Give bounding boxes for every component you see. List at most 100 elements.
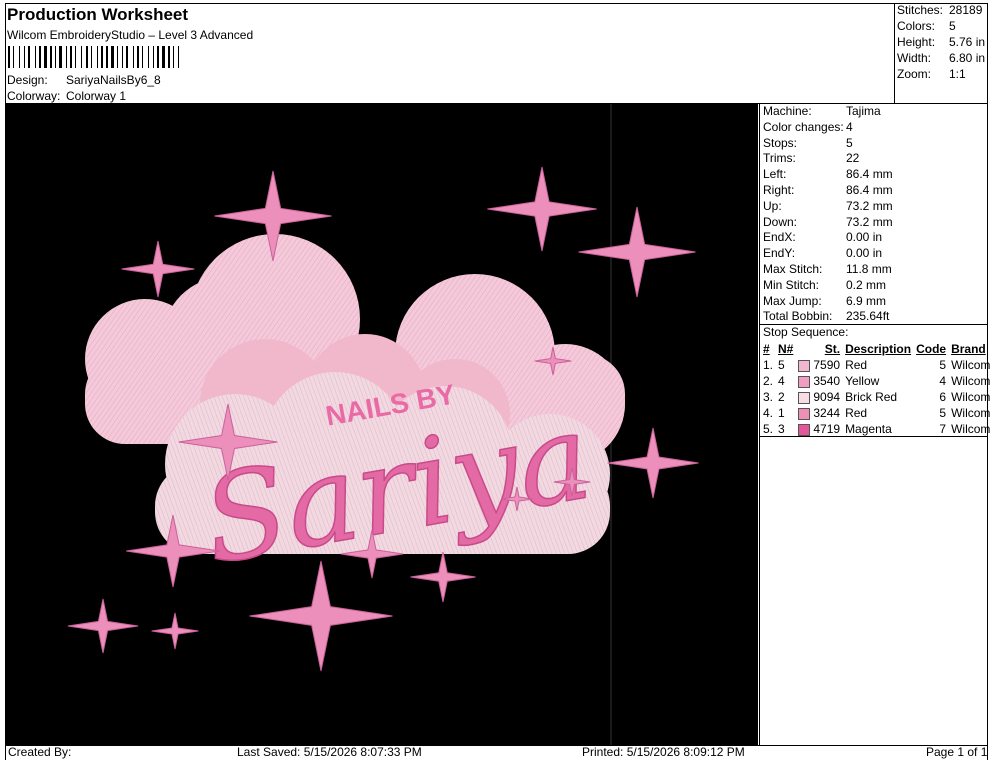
barcode-bar [13, 46, 14, 68]
barcode-bar [109, 46, 110, 68]
page-number: Page 1 of 1 [926, 745, 988, 759]
machine-info-value: 6.9 mm [846, 293, 887, 308]
seq-num: 2. [761, 373, 776, 389]
colorway-name: Colorway 1 [66, 89, 127, 103]
seq-description: Yellow [843, 373, 914, 389]
barcode-bar [59, 46, 62, 68]
seq-num: 4. [761, 405, 776, 421]
stat-height: Height: 5.76 in [897, 35, 986, 49]
printed-date: Printed: 5/15/2026 8:09:12 PM [582, 745, 745, 759]
barcode-bar [48, 46, 49, 68]
machine-info-value: Tajima [846, 104, 881, 118]
machine-info-row: Color changes: 4 [763, 120, 893, 136]
barcode-bar [77, 46, 80, 68]
barcode-bar [15, 46, 18, 68]
machine-info-label: Total Bobbin: [763, 309, 833, 324]
panel-divider [759, 103, 760, 745]
barcode-bar [124, 46, 125, 68]
machine-info-label: Down: [763, 214, 798, 229]
stop-sequence-row: 5. 3 4719 Magenta 7 Wilcom [761, 421, 990, 437]
seq-description-text: Red [845, 406, 868, 420]
barcode-bar [168, 46, 170, 68]
stop-sequence-row: 3. 2 9094 Brick Red 6 Wilcom [761, 389, 990, 405]
seq-brand: Wilcom [949, 421, 990, 437]
barcode-bar [24, 46, 25, 68]
seq-brand-text: Wilcom [951, 406, 990, 420]
machine-info-row: Down: 73.2 mm [763, 215, 893, 231]
stop-sequence-row: 2. 4 3540 Yellow 4 Wilcom [761, 373, 990, 389]
seq-stitches: 4719 [796, 421, 843, 437]
seq-stitches: 7590 [796, 357, 843, 373]
machine-info-label: Right: [763, 182, 795, 197]
top-border [5, 3, 988, 4]
seq-description-text: Red [845, 358, 868, 372]
barcode-bar [83, 46, 85, 68]
barcode-bar [111, 46, 114, 68]
page-title: Production Worksheet [7, 5, 189, 24]
seq-num: 5. [761, 421, 776, 437]
seq-code: 6 [914, 389, 949, 405]
seq-needle: 4 [776, 373, 796, 389]
machine-info-value: 86.4 mm [846, 182, 893, 197]
barcode-bar [142, 46, 143, 68]
last-saved: Last Saved: 5/15/2026 8:07:33 PM [237, 745, 422, 759]
seq-num-text: 5. [763, 422, 774, 436]
summary-stats: Stitches: 28189 Colors: 5 Height: 5.76 in W… [897, 3, 985, 83]
barcode-bar [42, 46, 43, 68]
barcode-bar [57, 46, 58, 68]
machine-info-row: Trims: 22 [763, 151, 893, 167]
color-swatch [798, 359, 811, 372]
barcode-bar [173, 46, 174, 68]
barcode-bar [162, 46, 165, 68]
created-by: Created By: [8, 745, 72, 759]
star-shape [578, 206, 696, 298]
stop-sequence-table: # N# St. Description Code Brand 1. 5 7590 R… [761, 341, 990, 437]
stat-stitches: Stitches: 28189 [897, 3, 983, 17]
col-stitches: St. [824, 342, 841, 356]
seq-code-text: 5 [939, 406, 947, 420]
machine-info-value: 73.2 mm [846, 198, 893, 213]
design-preview: NAILS BY Sariya [5, 104, 758, 745]
barcode-bar [115, 46, 116, 68]
seq-brand-text: Wilcom [951, 358, 990, 372]
machine-info: Machine: Tajima Color changes: 4 Stops: 5 Trim… [763, 104, 893, 325]
seq-code: 5 [914, 405, 949, 421]
machine-info-value: 0.2 mm [846, 277, 887, 292]
barcode-bar [99, 46, 100, 68]
design-name: SariyaNailsBy6_8 [66, 73, 161, 87]
stop-sequence-row: 1. 5 7590 Red 5 Wilcom [761, 357, 990, 373]
barcode-bar [11, 46, 12, 68]
barcode-bar [55, 46, 56, 68]
seq-description: Magenta [843, 421, 914, 437]
machine-info-label: Up: [763, 198, 782, 213]
machine-info-label: Stops: [763, 135, 798, 150]
barcode-bar [89, 46, 90, 68]
barcode-bar [37, 46, 38, 68]
barcode-bar [21, 46, 23, 68]
machine-info-row: Max Jump: 6.9 mm [763, 294, 893, 310]
machine-info-label: Color changes: [763, 119, 844, 134]
seq-code: 7 [914, 421, 949, 437]
barcode-bar [135, 46, 136, 68]
seq-description-text: Yellow [845, 374, 880, 388]
seq-brand: Wilcom [949, 373, 990, 389]
barcode-bar [150, 46, 152, 68]
barcode-bar [66, 46, 67, 68]
barcode-bar [91, 46, 92, 68]
machine-info-value: 5 [846, 135, 853, 150]
seq-code: 5 [914, 357, 949, 373]
machine-info-label: Max Jump: [763, 293, 822, 308]
seq-description-text: Magenta [845, 422, 892, 436]
barcode-bar [144, 46, 147, 68]
barcode-bar [68, 46, 69, 68]
star-shape [151, 612, 199, 650]
star-shape [410, 551, 476, 603]
barcode-bar [175, 46, 177, 68]
machine-info-value: 4 [846, 119, 853, 134]
barcode-bar [97, 46, 98, 68]
barcode-bar [117, 46, 118, 68]
seq-code-text: 7 [939, 422, 947, 436]
barcode-bar [178, 46, 179, 68]
machine-info-value: 73.2 mm [846, 214, 893, 229]
colorway-label: Colorway: [7, 89, 61, 103]
